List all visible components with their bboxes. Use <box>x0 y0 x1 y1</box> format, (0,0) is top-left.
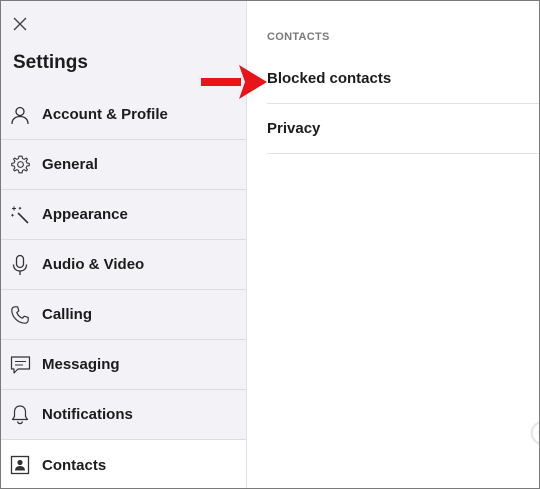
person-icon <box>9 104 31 126</box>
settings-nav: Account & Profile General Appearance Aud… <box>1 90 246 488</box>
sidebar-item-appearance[interactable]: Appearance <box>1 190 246 240</box>
contact-card-icon <box>9 454 31 476</box>
sidebar-item-label: Account & Profile <box>42 106 168 123</box>
microphone-icon <box>9 254 31 276</box>
bell-icon <box>9 404 31 426</box>
sidebar-item-label: Audio & Video <box>42 256 145 273</box>
sidebar-item-label: Calling <box>42 306 93 323</box>
settings-window: Settings Account & Profile General Appea… <box>0 0 540 489</box>
sidebar-item-label: Contacts <box>42 456 107 474</box>
watermark: uantrimang <box>530 405 539 461</box>
contacts-settings-panel: CONTACTS Blocked contacts Privacy uantri… <box>248 1 539 488</box>
sidebar-item-contacts[interactable]: Contacts <box>1 440 246 488</box>
magic-wand-icon <box>9 204 31 226</box>
sidebar-item-general[interactable]: General <box>1 140 246 190</box>
sidebar-item-label: Appearance <box>42 206 128 223</box>
sidebar-item-notifications[interactable]: Notifications <box>1 390 246 440</box>
blocked-contacts-label: Blocked contacts <box>267 70 392 87</box>
contacts-settings-list: Blocked contacts Privacy <box>267 54 539 154</box>
phone-icon <box>9 304 31 326</box>
sidebar-item-calling[interactable]: Calling <box>1 290 246 340</box>
gear-icon <box>9 154 31 176</box>
privacy-item[interactable]: Privacy <box>267 104 539 154</box>
privacy-label: Privacy <box>267 120 321 137</box>
page-title: Settings <box>13 52 88 73</box>
watermark-logo-icon <box>530 421 539 445</box>
chat-bubble-icon <box>9 354 31 376</box>
close-button[interactable] <box>9 13 31 35</box>
sidebar-item-label: General <box>42 156 98 173</box>
sidebar-item-label: Notifications <box>42 406 133 423</box>
sidebar-item-messaging[interactable]: Messaging <box>1 340 246 390</box>
red-arrow-annotation <box>201 65 267 99</box>
blocked-contacts-item[interactable]: Blocked contacts <box>267 54 539 104</box>
close-icon <box>13 17 27 31</box>
section-title: CONTACTS <box>267 31 330 43</box>
sidebar-item-label: Messaging <box>42 356 120 373</box>
sidebar-item-audio-video[interactable]: Audio & Video <box>1 240 246 290</box>
